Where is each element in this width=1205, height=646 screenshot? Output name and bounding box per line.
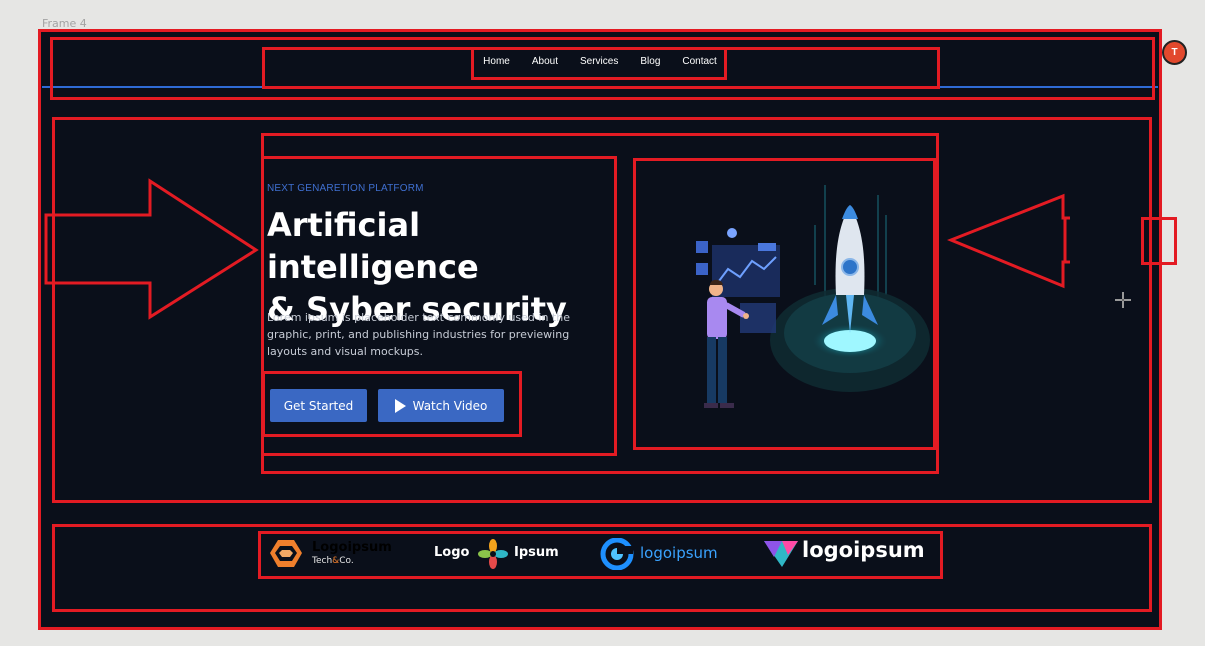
annotation-hero-buttons (262, 371, 522, 437)
arrow-right-icon (44, 178, 259, 320)
arrow-left-icon (946, 193, 1070, 289)
annotation-nav-links (471, 47, 727, 80)
user-avatar[interactable]: T (1162, 40, 1187, 65)
annotation-hero-image (633, 158, 936, 450)
move-cursor-icon (1115, 292, 1131, 308)
annotation-side-box (1141, 217, 1177, 265)
annotation-logos-container (258, 531, 943, 579)
